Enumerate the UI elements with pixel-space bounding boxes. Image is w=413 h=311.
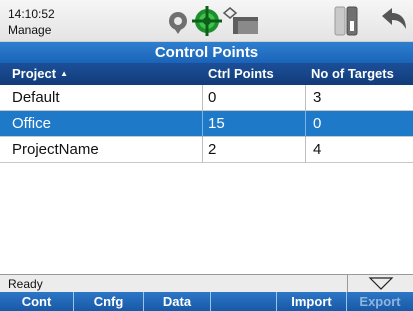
screen-icon[interactable]	[233, 17, 258, 34]
table-row-selected[interactable]: Office 15 0	[0, 111, 413, 137]
instrument-status-icons	[166, 3, 286, 39]
signal-icon	[222, 7, 238, 19]
softkey-data[interactable]: Data	[144, 292, 211, 311]
column-divider	[305, 137, 306, 163]
column-header-ctrl-points[interactable]: Ctrl Points	[208, 63, 274, 85]
project-name-cell: Default	[12, 89, 60, 106]
targets-cell: 0	[313, 115, 322, 132]
column-divider	[305, 111, 306, 137]
project-table: Default 0 3 Office 15 0 ProjectName 2 4	[0, 85, 413, 163]
project-name-cell: Office	[12, 115, 51, 132]
ctrl-points-cell: 2	[208, 141, 217, 158]
column-header-project[interactable]: Project ▲	[12, 63, 68, 85]
status-line: Ready	[0, 274, 413, 293]
column-divider	[202, 85, 203, 111]
target-gps-icon[interactable]	[192, 6, 222, 36]
status-message: Ready	[8, 277, 43, 291]
table-row[interactable]: Default 0 3	[0, 85, 413, 111]
project-name-cell: ProjectName	[12, 141, 99, 158]
softkey-export: Export	[359, 294, 401, 309]
column-divider	[202, 111, 203, 137]
column-header-project-label: Project	[12, 66, 57, 81]
softkey-blank[interactable]	[211, 292, 277, 311]
softkey-cont[interactable]: Cont	[0, 292, 74, 311]
ctrl-points-cell: 15	[208, 115, 225, 132]
softkey-import[interactable]: Import	[277, 292, 347, 311]
column-divider	[305, 85, 306, 111]
app-mode-label: Manage	[8, 23, 52, 37]
table-header: Project ▲ Ctrl Points No of Targets	[0, 63, 413, 85]
status-bar: 14:10:52 Manage	[0, 0, 413, 42]
system-icons	[330, 3, 410, 39]
softkey-cnfg[interactable]: Cnfg	[74, 292, 144, 311]
expand-button[interactable]	[347, 275, 413, 293]
location-marker-icon[interactable]	[169, 12, 187, 34]
column-header-targets[interactable]: No of Targets	[311, 63, 394, 85]
page-title: Control Points	[0, 42, 413, 63]
targets-cell: 4	[313, 141, 322, 158]
softkey-bar: Cont Cnfg Data Import Export	[0, 292, 413, 311]
ctrl-points-cell: 0	[208, 89, 217, 106]
battery-icon	[334, 6, 358, 36]
targets-cell: 3	[313, 89, 322, 106]
sort-ascending-icon: ▲	[60, 69, 68, 78]
clock-time: 14:10:52	[8, 7, 55, 21]
table-row[interactable]: ProjectName 2 4	[0, 137, 413, 163]
column-divider	[202, 137, 203, 163]
back-arrow-icon[interactable]	[382, 8, 406, 29]
triangle-down-icon	[368, 277, 394, 290]
